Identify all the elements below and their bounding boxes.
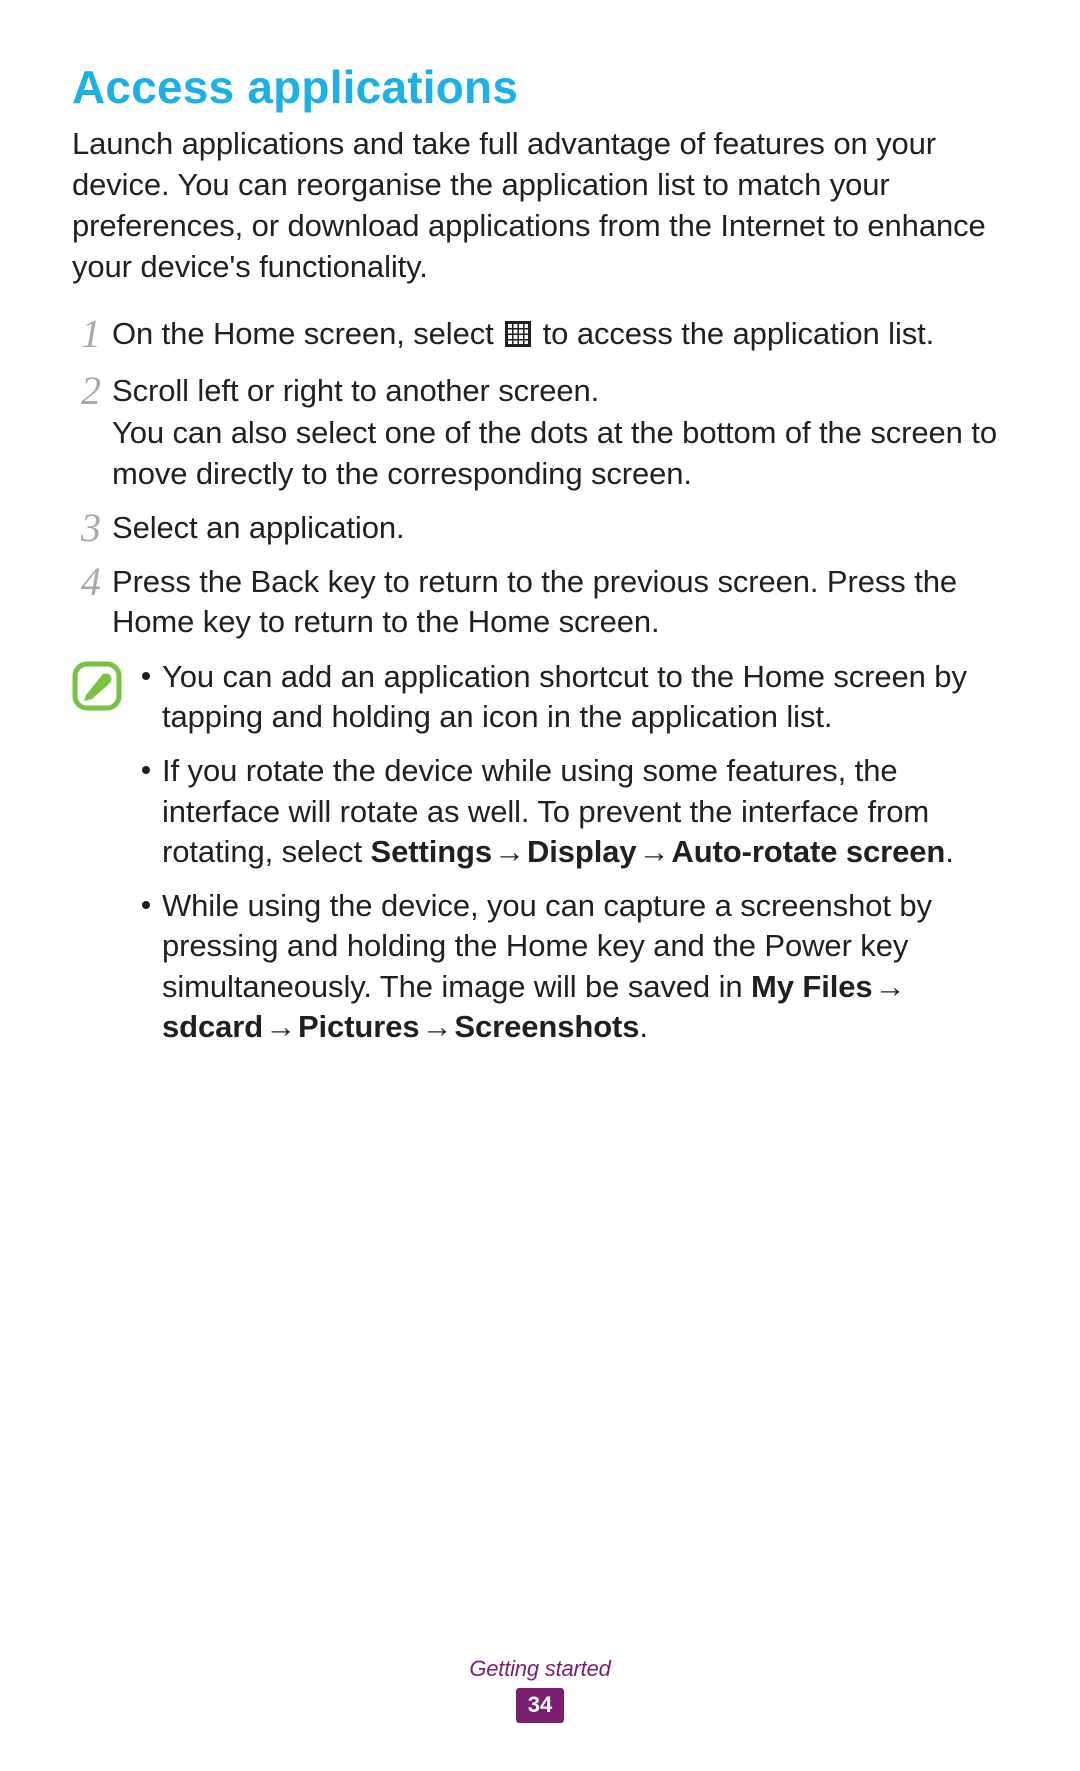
note-text: My Files [751, 969, 873, 1004]
steps-list: 1 On the Home screen, select to acce [72, 314, 1008, 643]
note-text: Pictures [298, 1009, 420, 1044]
page-footer: Getting started 34 [0, 1656, 1080, 1723]
step-number: 3 [72, 508, 110, 548]
step-4: 4 Press the Back key to return to the pr… [72, 562, 1008, 643]
step-body: Select an application. [110, 508, 1008, 548]
note-item: While using the device, you can capture … [136, 886, 1008, 1047]
step-text-before: On the Home screen, select [112, 316, 502, 351]
note-text: Display [527, 834, 637, 869]
page-number-badge: 34 [516, 1688, 564, 1723]
step-body: Scroll left or right to another screen. … [110, 371, 1008, 494]
note-text: You can add an application shortcut to t… [162, 659, 967, 734]
nav-arrow: → [263, 1007, 298, 1047]
nav-arrow: → [420, 1007, 455, 1047]
note-text: Screenshots [454, 1009, 639, 1044]
step-text: Press the Back key to return to the prev… [112, 564, 957, 639]
note-text: . [945, 834, 954, 869]
step-body: Press the Back key to return to the prev… [110, 562, 1008, 643]
nav-arrow: → [492, 832, 527, 872]
document-page: Access applications Launch applications … [0, 0, 1080, 1771]
step-number: 2 [72, 371, 110, 411]
nav-arrow: → [873, 967, 908, 1007]
nav-arrow: → [637, 832, 672, 872]
note-item: If you rotate the device while using som… [136, 751, 1008, 872]
page-title: Access applications [72, 60, 1008, 114]
pencil-note-icon [72, 661, 122, 716]
note-block: You can add an application shortcut to t… [72, 657, 1008, 1062]
note-text: . [639, 1009, 648, 1044]
step-text-after: to access the application list. [543, 316, 935, 351]
step-3: 3 Select an application. [72, 508, 1008, 548]
step-number: 4 [72, 562, 110, 602]
step-text: Select an application. [112, 510, 405, 545]
step-number: 1 [72, 314, 110, 354]
note-text: Auto-rotate screen [671, 834, 945, 869]
footer-section-label: Getting started [0, 1656, 1080, 1682]
step-subtext: You can also select one of the dots at t… [112, 413, 1008, 494]
note-item: You can add an application shortcut to t… [136, 657, 1008, 738]
intro-paragraph: Launch applications and take full advant… [72, 124, 1008, 288]
note-list: You can add an application shortcut to t… [136, 657, 1008, 1062]
note-text: Settings [371, 834, 493, 869]
note-text: sdcard [162, 1009, 263, 1044]
step-text: Scroll left or right to another screen. [112, 373, 599, 408]
step-2: 2 Scroll left or right to another screen… [72, 371, 1008, 494]
apps-grid-icon [505, 317, 531, 357]
step-body: On the Home screen, select to access the… [110, 314, 1008, 357]
step-1: 1 On the Home screen, select to acce [72, 314, 1008, 357]
